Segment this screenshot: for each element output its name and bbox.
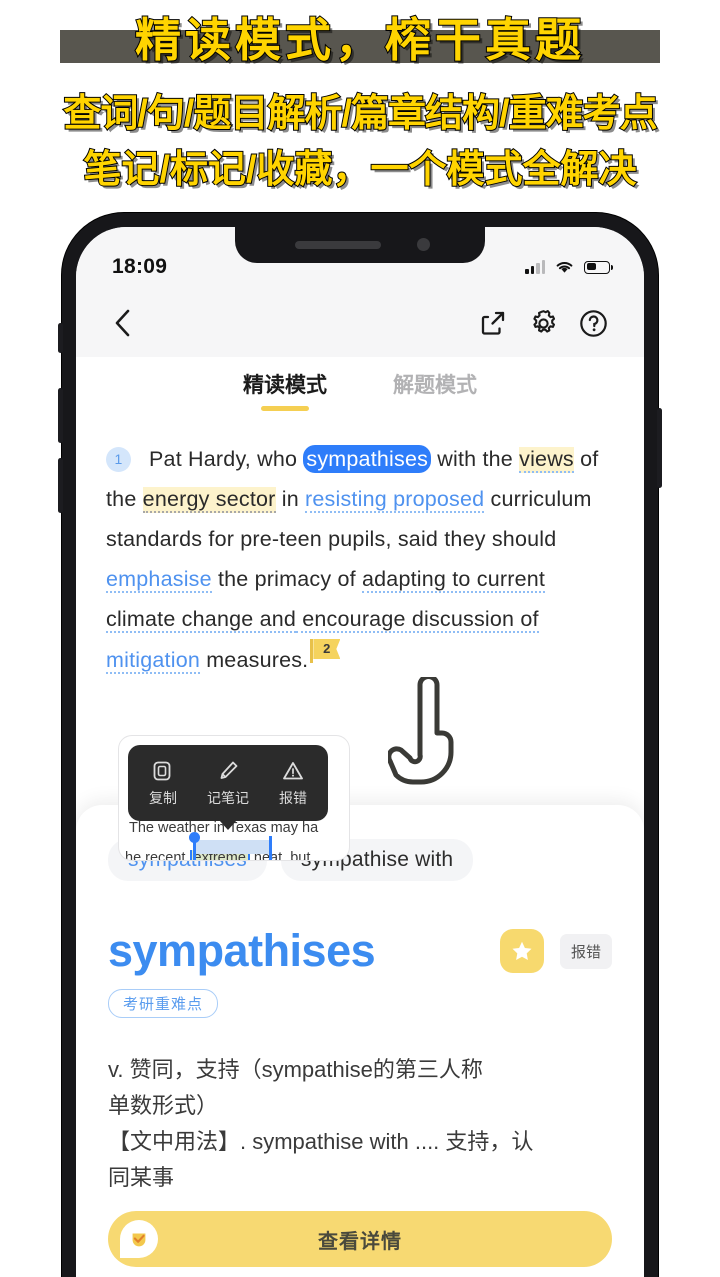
- passage-text-plain-2: with the: [431, 447, 520, 471]
- front-camera: [417, 238, 430, 251]
- text-selection-popup: 复制 记笔记 报错: [128, 745, 328, 821]
- chevron-left-icon: [115, 309, 129, 337]
- link-phrase-resisting-proposed[interactable]: resisting proposed: [305, 487, 485, 513]
- question-circle-icon: [579, 309, 607, 337]
- word-definition: v. 赞同，支持（sympathise的第三人称 单数形式） 【文中用法】. s…: [108, 1052, 612, 1196]
- flag-number: 2: [313, 639, 341, 659]
- gear-icon: [532, 309, 555, 333]
- sentence-line-2-pre: he recent: [125, 850, 190, 861]
- status-indicators: [525, 259, 613, 275]
- help-button[interactable]: [568, 301, 618, 345]
- selected-word-sympathises[interactable]: sympathises: [303, 445, 432, 473]
- word-report-button[interactable]: 报错: [559, 933, 612, 969]
- phone-volume-down-button: [58, 458, 63, 513]
- hand-pointer-icon: [386, 674, 454, 785]
- promo-headline: 精读模式，榨干真题: [134, 13, 585, 67]
- passage-paragraph[interactable]: 1 Pat Hardy, who sympathises with the vie…: [106, 439, 614, 680]
- definition-line-2: 单数形式）: [108, 1093, 219, 1118]
- passage-text-plain-4: in: [275, 487, 306, 511]
- tab-active-underline: [261, 406, 309, 411]
- settings-button[interactable]: [518, 301, 568, 345]
- passage-text-plain-1: Pat Hardy, who: [149, 447, 304, 471]
- tab-label: 解题模式: [393, 374, 477, 397]
- copy-icon: [153, 761, 171, 780]
- earpiece-speaker: [295, 241, 381, 249]
- warning-triangle-icon: [283, 761, 303, 779]
- popup-copy-button[interactable]: 复制: [149, 759, 177, 808]
- flag-marker[interactable]: 2: [310, 639, 341, 663]
- passage-text-plain-9: measures.: [200, 648, 309, 672]
- popup-note-button[interactable]: 记笔记: [207, 759, 249, 808]
- highlighted-word-views[interactable]: views: [519, 447, 574, 473]
- tab-problem-solving[interactable]: 解题模式: [389, 365, 481, 411]
- phone-mockup: 18:09 精读模式 解题模式 1 Pat Hardy, who sympath…: [58, 213, 662, 1277]
- phone-volume-up-button: [58, 388, 63, 443]
- passage-text-plain-7: the primacy of: [211, 567, 362, 591]
- cta-container: 查看详情: [108, 1211, 612, 1267]
- definition-line-3: 【文中用法】. sympathise with .... 支持，认: [108, 1129, 534, 1154]
- passage-text-plain-8: encourage discussion of: [296, 607, 539, 633]
- app-nav-bar: [76, 289, 644, 357]
- battery-icon: [584, 260, 613, 274]
- phone-screen: 18:09 精读模式 解题模式 1 Pat Hardy, who sympath…: [76, 227, 644, 1277]
- passage-text-plain-6: pupils, said they should: [328, 527, 557, 551]
- star-icon: [512, 941, 532, 960]
- phone-power-button: [657, 408, 662, 488]
- promo-subline-2: 笔记/标记/收藏，一个模式全解决: [82, 148, 637, 192]
- share-button[interactable]: [468, 301, 518, 345]
- promo-header: 精读模式，榨干真题 查词/句/题目解析/篇章结构/重难考点 笔记/标记/收藏，一…: [0, 0, 720, 200]
- favorite-button[interactable]: [499, 929, 544, 973]
- definition-line-1: v. 赞同，支持（sympathise的第三人称: [108, 1057, 483, 1082]
- selection-handle-start[interactable]: [189, 832, 200, 843]
- popup-note-label: 记笔记: [207, 789, 249, 806]
- popup-report-label: 报错: [279, 789, 307, 806]
- pointer-hand-cursor: [386, 674, 474, 792]
- word-detail-sheet: sympathises sympathise with sympathises …: [76, 805, 644, 1277]
- promo-subline-1: 查词/句/题目解析/篇章结构/重难考点: [62, 92, 658, 136]
- flag-pole: [310, 639, 314, 663]
- link-word-emphasise[interactable]: emphasise: [106, 567, 212, 593]
- screenshot-root: 精读模式，榨干真题 查词/句/题目解析/篇章结构/重难考点 笔记/标记/收藏，一…: [0, 0, 720, 1277]
- headword: sympathises: [108, 925, 376, 976]
- popup-copy-label: 复制: [149, 789, 177, 806]
- pencil-icon: [220, 761, 238, 779]
- phone-notch: [235, 227, 485, 263]
- status-time: 18:09: [112, 255, 168, 278]
- view-details-button[interactable]: 查看详情: [108, 1211, 612, 1267]
- headword-row: sympathises 报错: [108, 925, 612, 977]
- popup-report-button[interactable]: 报错: [279, 759, 307, 808]
- definition-line-4: 同某事: [108, 1165, 175, 1190]
- selection-bar-right: [269, 836, 272, 860]
- tab-intensive-reading[interactable]: 精读模式: [239, 365, 331, 411]
- tab-label: 精读模式: [243, 374, 327, 397]
- paragraph-number: 1: [106, 447, 131, 472]
- share-icon: [481, 311, 504, 335]
- highlighted-phrase-energy-sector[interactable]: energy sector: [142, 487, 276, 513]
- key-point-badge: 考研重难点: [108, 989, 219, 1018]
- cta-label: 查看详情: [318, 1230, 402, 1253]
- check-badge-icon: [132, 1233, 146, 1247]
- link-word-mitigation[interactable]: mitigation: [106, 648, 201, 674]
- mode-tabs: 精读模式 解题模式: [76, 357, 644, 419]
- phone-mute-switch: [58, 323, 63, 353]
- cta-badge: [120, 1220, 158, 1258]
- cellular-signal-icon: [525, 260, 545, 274]
- selection-band: [193, 840, 269, 854]
- wifi-icon: [556, 262, 573, 273]
- back-button[interactable]: [102, 303, 142, 343]
